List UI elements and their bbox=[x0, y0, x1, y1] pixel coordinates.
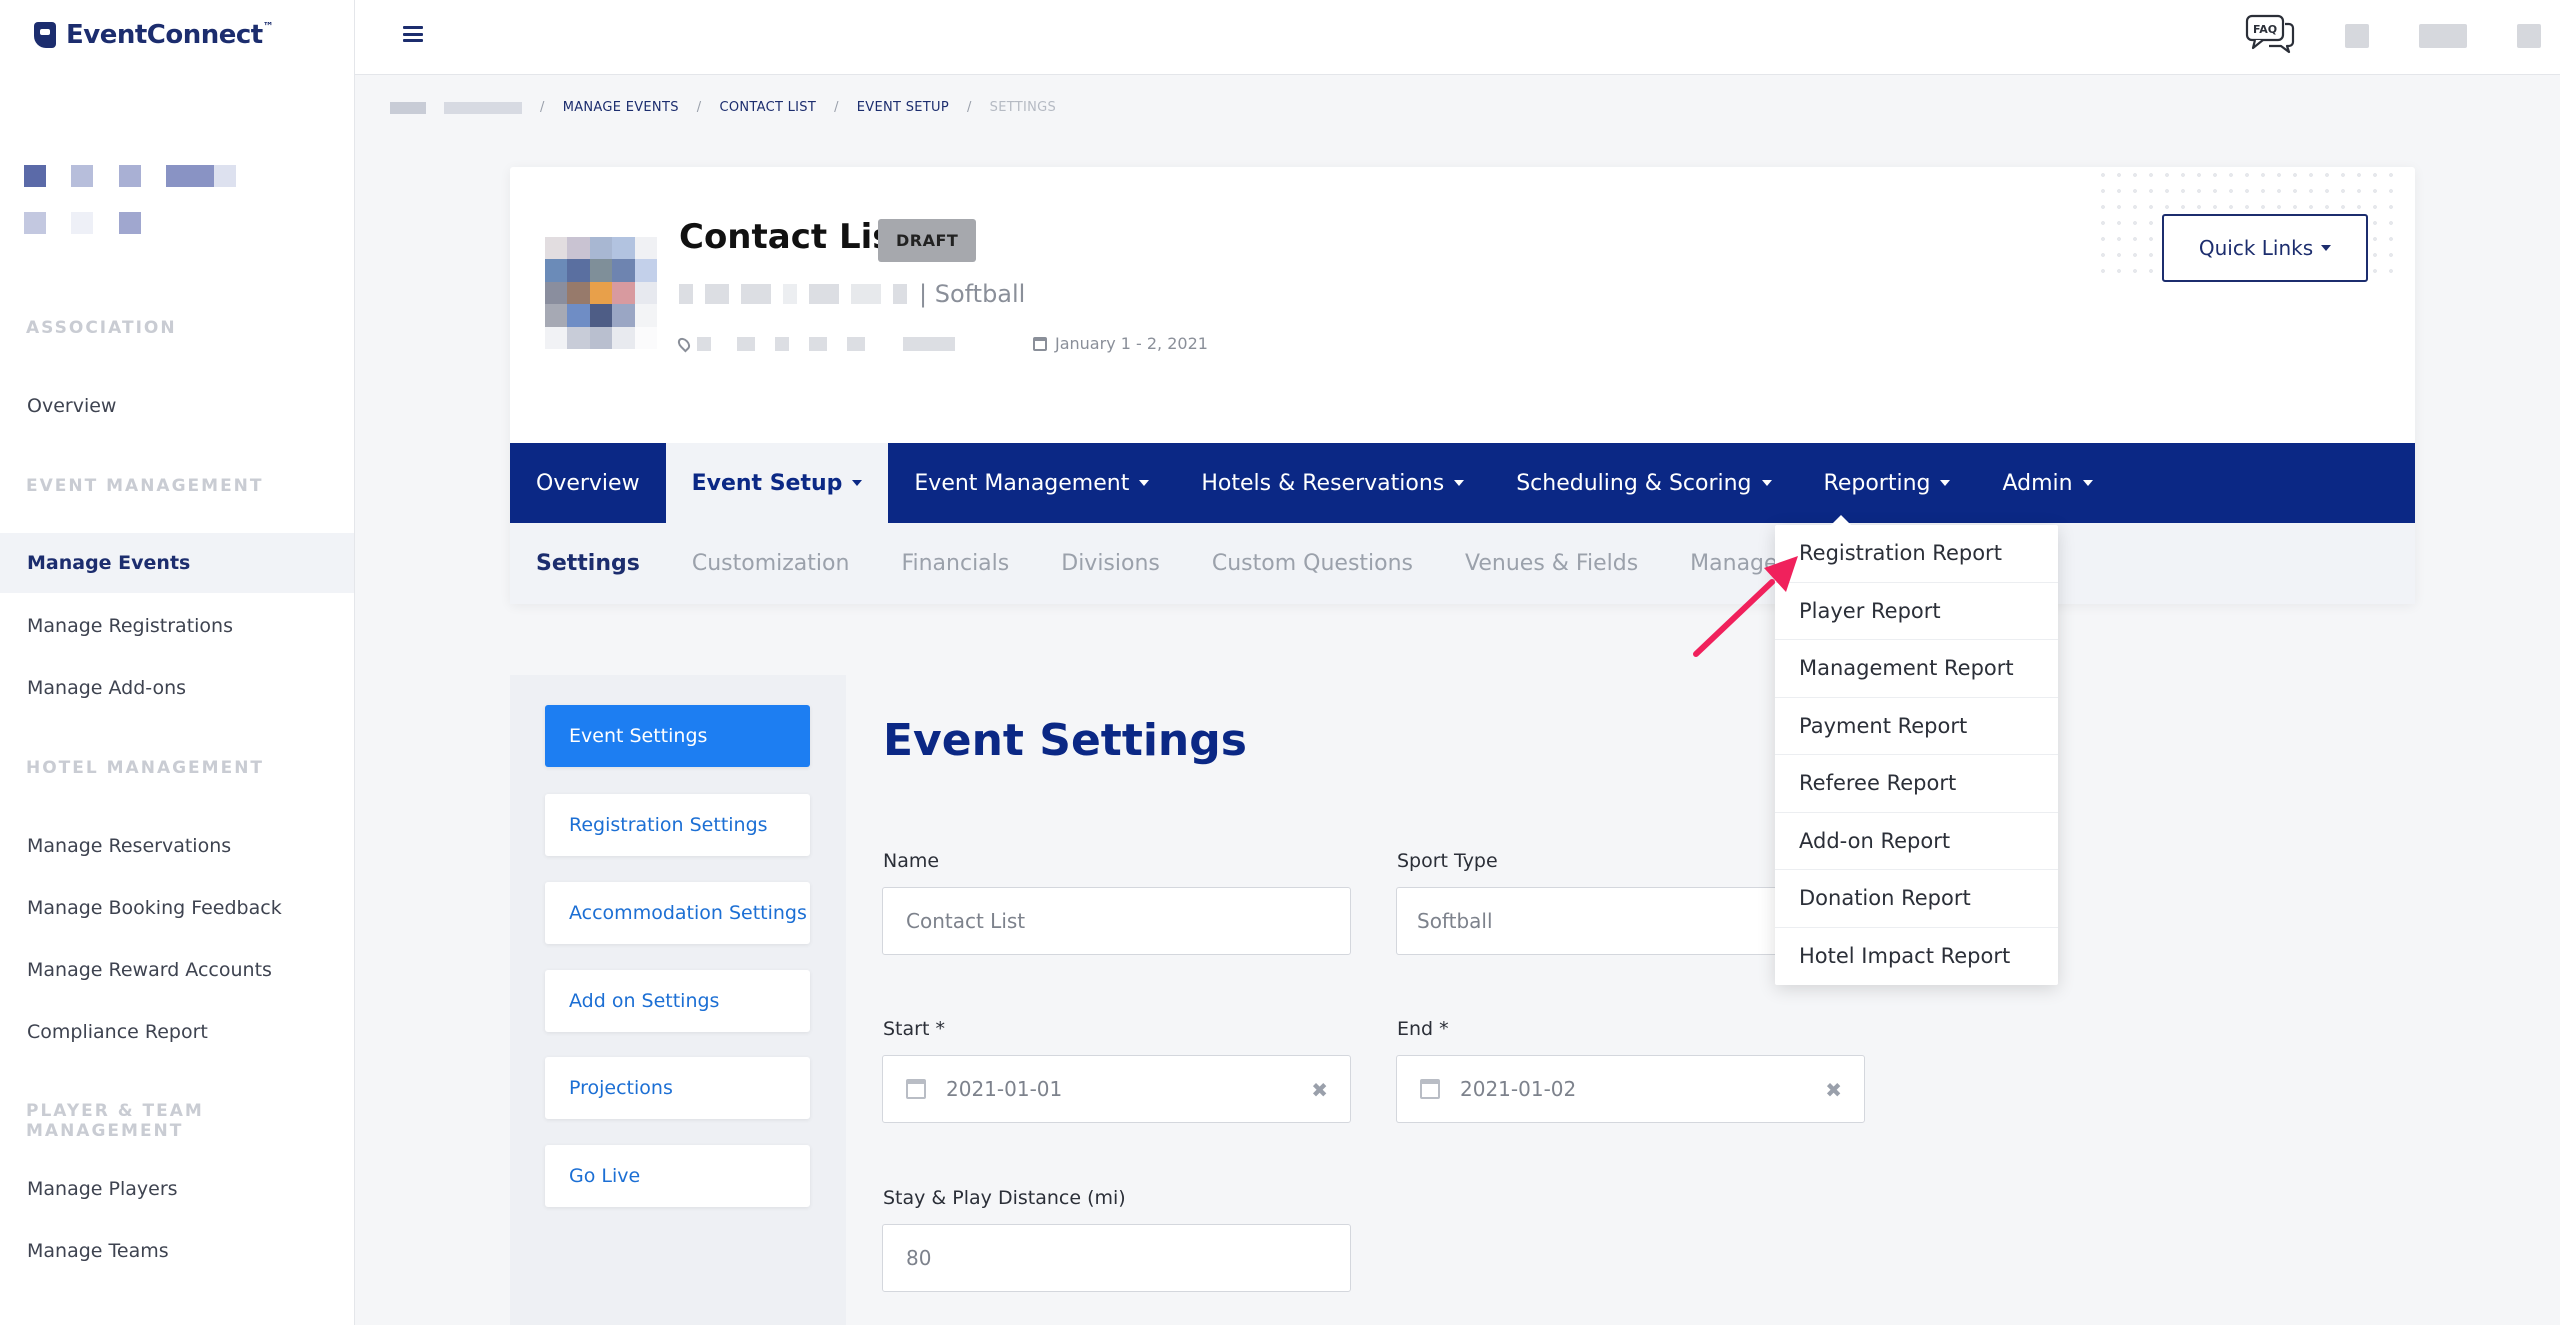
settings-menu-projections[interactable]: Projections bbox=[545, 1057, 810, 1119]
subtab-venues-fields[interactable]: Venues & Fields bbox=[1439, 551, 1664, 576]
sidebar-section-association: ASSOCIATION bbox=[26, 318, 177, 338]
calendar-icon bbox=[906, 1079, 926, 1099]
notification-placeholder[interactable] bbox=[2345, 24, 2369, 48]
subtab-customization[interactable]: Customization bbox=[666, 551, 876, 576]
menu-item-registration-report[interactable]: Registration Report bbox=[1775, 525, 2058, 583]
end-date-input[interactable]: 2021-01-02 ✖ bbox=[1396, 1055, 1865, 1123]
breadcrumb-home-placeholder[interactable] bbox=[390, 101, 426, 114]
event-dates: January 1 - 2, 2021 bbox=[1055, 334, 1208, 353]
faq-chat-icon[interactable]: FAQ bbox=[2245, 14, 2295, 54]
settings-menu-registration-settings[interactable]: Registration Settings bbox=[545, 794, 810, 856]
breadcrumb: / MANAGE EVENTS / CONTACT LIST / EVENT S… bbox=[390, 100, 1056, 115]
sidebar-item-manage-events[interactable]: Manage Events bbox=[0, 533, 354, 593]
nav-scheduling-scoring[interactable]: Scheduling & Scoring bbox=[1490, 443, 1797, 523]
caret-down-icon bbox=[1940, 480, 1951, 486]
profile-placeholder[interactable] bbox=[2517, 24, 2541, 48]
user-menu-placeholder[interactable] bbox=[2419, 24, 2467, 48]
subtab-financials[interactable]: Financials bbox=[875, 551, 1035, 576]
status-badge: DRAFT bbox=[878, 219, 977, 262]
menu-item-player-report[interactable]: Player Report bbox=[1775, 583, 2058, 640]
menu-item-management-report[interactable]: Management Report bbox=[1775, 640, 2058, 698]
sidebar-item-manage-reservations[interactable]: Manage Reservations bbox=[0, 816, 354, 876]
caret-down-icon bbox=[2082, 480, 2093, 486]
settings-menu-go-live[interactable]: Go Live bbox=[545, 1145, 810, 1207]
menu-item-add-on-report[interactable]: Add-on Report bbox=[1775, 813, 2058, 870]
caret-down-icon bbox=[1139, 480, 1150, 486]
sidebar-item-manage-players[interactable]: Manage Players bbox=[0, 1159, 354, 1219]
menu-item-donation-report[interactable]: Donation Report bbox=[1775, 870, 2058, 928]
nav-admin[interactable]: Admin bbox=[1976, 443, 2118, 523]
reporting-dropdown: Registration Report Player Report Manage… bbox=[1775, 515, 2058, 986]
sidebar-item-manage-booking-feedback[interactable]: Manage Booking Feedback bbox=[0, 878, 354, 938]
quick-links-button[interactable]: Quick Links bbox=[2162, 214, 2368, 282]
map-pin-icon bbox=[675, 335, 693, 352]
sidebar-section-player-team-management: PLAYER & TEAM MANAGEMENT bbox=[26, 1101, 204, 1141]
brand-name: EventConnect™ bbox=[66, 20, 274, 50]
sidebar-section-event-management: EVENT MANAGEMENT bbox=[26, 476, 264, 496]
nav-event-setup[interactable]: Event Setup bbox=[665, 443, 889, 523]
breadcrumb-settings: SETTINGS bbox=[989, 100, 1057, 115]
sidebar-item-overview[interactable]: Overview bbox=[0, 376, 354, 436]
end-date-label: End * bbox=[1397, 1018, 1449, 1040]
breadcrumb-manage-events[interactable]: MANAGE EVENTS bbox=[563, 100, 679, 115]
menu-item-referee-report[interactable]: Referee Report bbox=[1775, 755, 2058, 813]
settings-menu: Event Settings Registration Settings Acc… bbox=[510, 675, 846, 1325]
distance-input[interactable]: 80 bbox=[882, 1224, 1351, 1292]
main-nav: Overview Event Setup Event Management Ho… bbox=[510, 443, 2415, 523]
caret-down-icon bbox=[852, 480, 863, 486]
nav-reporting[interactable]: Reporting bbox=[1798, 443, 1977, 523]
calendar-icon bbox=[1420, 1079, 1440, 1099]
breadcrumb-event-setup[interactable]: EVENT SETUP bbox=[857, 100, 949, 115]
brand-logo[interactable]: EventConnect™ bbox=[34, 20, 274, 50]
sidebar-section-hotel-management: HOTEL MANAGEMENT bbox=[26, 758, 265, 778]
sub-nav: Settings Customization Financials Divisi… bbox=[510, 523, 2415, 604]
section-title: Event Settings bbox=[883, 715, 1247, 766]
start-date-label: Start * bbox=[883, 1018, 945, 1040]
settings-menu-add-on-settings[interactable]: Add on Settings bbox=[545, 970, 810, 1032]
organization-avatar-placeholder bbox=[24, 165, 254, 240]
start-date-input[interactable]: 2021-01-01 ✖ bbox=[882, 1055, 1351, 1123]
hamburger-menu-icon[interactable] bbox=[403, 26, 423, 42]
nav-hotels-reservations[interactable]: Hotels & Reservations bbox=[1175, 443, 1490, 523]
distance-label: Stay & Play Distance (mi) bbox=[883, 1187, 1126, 1209]
sport-type-label: Sport Type bbox=[1397, 850, 1498, 872]
subtab-custom-questions[interactable]: Custom Questions bbox=[1186, 551, 1439, 576]
clear-end-date-icon[interactable]: ✖ bbox=[1825, 1078, 1842, 1102]
event-title: Contact List bbox=[679, 217, 909, 257]
annotation-arrow-icon bbox=[1693, 556, 1798, 657]
breadcrumb-contact-list[interactable]: CONTACT LIST bbox=[719, 100, 816, 115]
name-label: Name bbox=[883, 850, 940, 872]
top-bar: FAQ bbox=[355, 0, 2560, 75]
breadcrumb-org-placeholder[interactable] bbox=[444, 101, 522, 114]
settings-menu-event-settings[interactable]: Event Settings bbox=[545, 705, 810, 767]
event-header-card: Contact List DRAFT | Softball January 1 … bbox=[510, 167, 2415, 604]
subtab-settings[interactable]: Settings bbox=[510, 551, 666, 576]
settings-menu-accommodation-settings[interactable]: Accommodation Settings bbox=[545, 882, 810, 944]
caret-down-icon bbox=[1454, 480, 1465, 486]
subtab-divisions[interactable]: Divisions bbox=[1035, 551, 1186, 576]
sidebar-item-manage-add-ons[interactable]: Manage Add-ons bbox=[0, 658, 354, 718]
caret-down-icon bbox=[2321, 245, 2332, 251]
name-input[interactable]: Contact List bbox=[882, 887, 1351, 955]
event-meta: January 1 - 2, 2021 bbox=[675, 334, 1208, 353]
sidebar-item-manage-reward-accounts[interactable]: Manage Reward Accounts bbox=[0, 940, 354, 1000]
nav-overview[interactable]: Overview bbox=[510, 443, 666, 523]
svg-text:FAQ: FAQ bbox=[2253, 23, 2277, 36]
caret-down-icon bbox=[1761, 480, 1772, 486]
sidebar-item-manage-teams[interactable]: Manage Teams bbox=[0, 1221, 354, 1281]
calendar-icon bbox=[1033, 336, 1047, 351]
event-subtitle: | Softball bbox=[679, 280, 1025, 308]
nav-event-management[interactable]: Event Management bbox=[888, 443, 1175, 523]
menu-item-hotel-impact-report[interactable]: Hotel Impact Report bbox=[1775, 928, 2058, 986]
clear-start-date-icon[interactable]: ✖ bbox=[1311, 1078, 1328, 1102]
event-sport: | Softball bbox=[919, 280, 1026, 308]
sidebar-item-manage-registrations[interactable]: Manage Registrations bbox=[0, 596, 354, 656]
event-logo-thumbnail bbox=[545, 237, 657, 349]
menu-item-payment-report[interactable]: Payment Report bbox=[1775, 698, 2058, 755]
sidebar-item-compliance-report[interactable]: Compliance Report bbox=[0, 1002, 354, 1062]
logo-mark-icon bbox=[34, 22, 56, 48]
sidebar: EventConnect™ ASSOCIATION Overview EVENT… bbox=[0, 0, 355, 1325]
